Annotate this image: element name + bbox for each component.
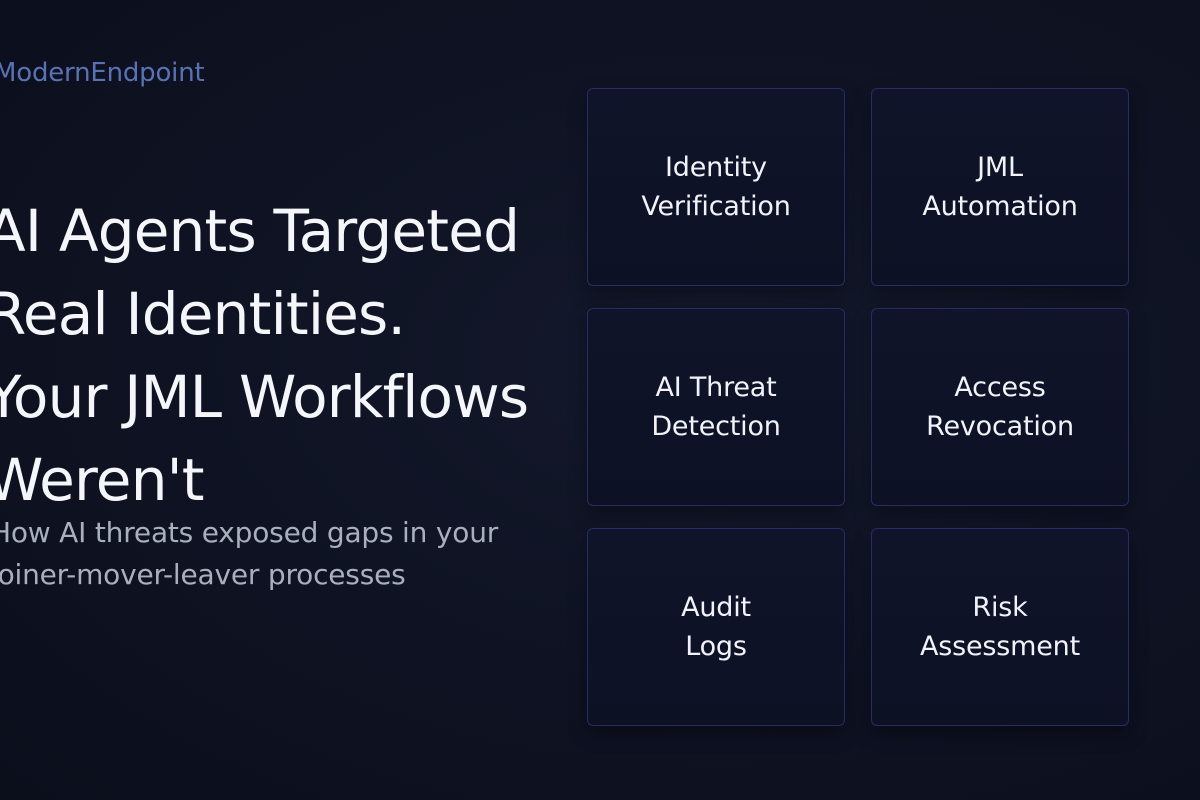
subtitle: How AI threats exposed gaps in your join… [0,512,550,596]
tile-label: Access Revocation [926,372,1074,442]
headline-line-3: Your JML Workflows [0,363,529,431]
tile-label: AI Threat Detection [651,372,781,442]
tile-risk-assessment[interactable]: Risk Assessment [871,528,1129,726]
tile-jml-automation[interactable]: JML Automation [871,88,1129,286]
tile-label: Risk Assessment [920,592,1080,662]
subtitle-line-1: How AI threats exposed gaps in your [0,516,499,549]
subtitle-line-2: joiner-mover-leaver processes [0,558,406,591]
tile-identity-verification[interactable]: Identity Verification [587,88,845,286]
headline-line-1: AI Agents Targeted [0,197,520,265]
brand-logo-text: ModernEndpoint [0,58,205,88]
headline-line-2: Real Identities. [0,280,406,348]
headline: AI Agents Targeted Real Identities. Your… [0,190,566,522]
tile-access-revocation[interactable]: Access Revocation [871,308,1129,506]
feature-grid: Identity Verification JML Automation AI … [587,88,1129,726]
tile-ai-threat-detection[interactable]: AI Threat Detection [587,308,845,506]
tile-audit-logs[interactable]: Audit Logs [587,528,845,726]
tile-label: Identity Verification [641,152,791,222]
tile-label: Audit Logs [681,592,751,662]
headline-line-4: Weren't [0,446,205,514]
tile-label: JML Automation [922,152,1078,222]
